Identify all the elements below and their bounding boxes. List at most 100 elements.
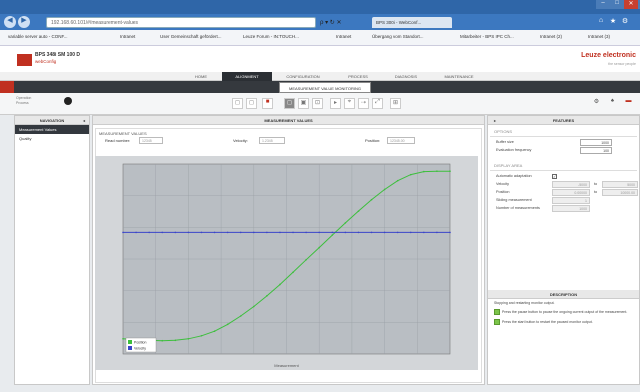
favorite-link[interactable]: Leuze Forum - IN:TOUCH... [243,34,299,39]
data-point [409,231,412,234]
data-point [344,222,347,224]
toolbar-button[interactable]: ▣ [298,98,309,109]
velocity-min-input[interactable]: -5000 [552,181,590,188]
data-point [239,231,242,234]
sliding-row: Sliding measurement 1 [488,197,639,205]
app-header [0,46,640,72]
data-point [357,231,360,234]
data-point [161,339,164,342]
data-point [331,231,334,234]
favorite-link[interactable]: Intranet (3) [588,34,610,39]
home-icon[interactable]: ⌂ [596,17,606,27]
logout-icon[interactable]: ▬ [622,98,635,109]
data-point [174,231,177,234]
description-title: DESCRIPTION [549,292,578,297]
brand-logo: Leuze electronic [581,52,636,59]
data-point [318,246,320,249]
data-point [213,330,216,332]
settings-gear-icon[interactable]: ⚙ [620,17,630,27]
buffer-size-input[interactable]: 1000 [580,139,612,146]
favorite-link[interactable]: Mitarbeiter - BPS IPC Ch... [460,34,514,39]
toolbar-button[interactable]: ◻ [246,98,257,109]
data-point [383,188,386,191]
buffer-size-label: Buffer size [496,140,514,144]
data-point [279,231,281,234]
navigation-title: NAVIGATION [39,118,65,123]
side-accent [0,81,14,93]
position-max-input[interactable]: 10000.00 [602,189,638,196]
measurement-chart: Measurement Position Velocity [95,156,478,370]
favorite-link[interactable]: User Gemeinschaft gefördert... [160,34,222,39]
status-indicator [64,97,72,105]
num-measurements-input[interactable]: 1000 [552,205,590,212]
toolbar-button[interactable]: ⊡ [312,98,323,109]
minimize-button[interactable]: – [596,0,610,9]
tab-process[interactable]: PROCESS [334,72,382,81]
sliding-input[interactable]: 1 [552,197,590,204]
zoom-tool-button[interactable]: ⤢ [372,98,383,109]
data-point [174,339,177,342]
tab-diagnosis[interactable]: DIAGNOSIS [382,72,430,81]
tab-configuration[interactable]: CONFIGURATION [272,72,334,81]
data-point [135,231,137,234]
data-point [318,231,320,234]
nav-item-quality[interactable]: Quality [15,134,89,143]
velocity-max-input[interactable]: 5000 [602,181,638,188]
favorite-link[interactable]: Intranet [336,34,351,39]
data-point [423,231,425,234]
legend-swatch [128,340,132,344]
grid-tool-button[interactable]: ⊞ [390,98,401,109]
data-point [279,283,281,286]
maximize-button[interactable]: □ [610,0,624,9]
browser-tab-active[interactable]: BPS 300i - WebConf... [372,17,452,28]
address-controls[interactable]: ρ ▾ ↻ ✕ [320,17,370,28]
toolbar-button[interactable]: ◻ [232,98,243,109]
favorite-link[interactable]: variable server auto - CONF... [8,34,68,39]
close-window-button[interactable]: ✕ [624,0,638,9]
pointer-tool-button[interactable]: ▸ [330,98,341,109]
favorite-link[interactable]: Intranet [120,34,135,39]
settings-icon[interactable]: ⚙ [590,98,603,109]
stop-button[interactable]: ■ [262,98,273,109]
eval-frequency-input[interactable]: 100 [580,147,612,154]
features-header: ▸ FEATURES [488,116,639,125]
data-point [370,198,373,201]
collapse-icon[interactable]: ◂ [83,118,85,123]
data-point [239,315,242,317]
data-point [266,295,268,297]
data-point [292,231,294,234]
back-button[interactable]: ◀ [4,16,16,28]
data-point [226,323,229,326]
position-range-label: Position [496,190,510,194]
start-icon [494,319,500,325]
velocity-range-row: Velocity -5000 to 5000 [488,181,639,189]
expand-icon[interactable]: ▸ [494,118,496,123]
nav-item-measurement-values[interactable]: Measurement Values [15,125,89,134]
favorite-link[interactable]: Intranet (2) [540,34,562,39]
device-name: BPS 348i SM 100 D [35,52,81,58]
favorites-star-icon[interactable]: ★ [608,17,618,27]
address-bar[interactable]: 192.168.60.101/#/measurement-values [46,17,316,28]
description-item: Press the start button to restart the pa… [488,317,639,327]
legend-swatch [128,346,132,350]
auto-adaptation-checkbox[interactable]: ✓ [552,174,557,179]
navigation-header: NAVIGATION ◂ [15,116,89,125]
pause-icon [494,309,500,315]
forward-button[interactable]: ▶ [18,16,30,28]
to-label: to [594,182,598,186]
target-tool-button[interactable]: ⌖ [344,98,355,109]
num-measurements-label: Number of measurements [496,206,540,210]
tab-home[interactable]: HOME [180,72,222,81]
chart-svg: Measurement Position Velocity [122,163,451,368]
user-icon[interactable]: ♠ [606,98,619,109]
tab-measurement-value-monitoring[interactable]: MEASUREMENT VALUE MONITORING [279,82,371,93]
data-point [305,231,307,234]
description-item-text: Press the pause button to pause the ongo… [502,309,628,314]
pause-button[interactable]: ◻ [284,98,295,109]
position-min-input[interactable]: 0.00000 [552,189,590,196]
auto-adaptation-row: Automatic adaptation ✓ [488,173,639,181]
tab-alignment[interactable]: ALIGNMENT [222,72,272,81]
tab-maintenance[interactable]: MAINTENANCE [430,72,488,81]
favorite-link[interactable]: Übergang vom Standort... [372,34,424,39]
pan-tool-button[interactable]: ⇢ [358,98,369,109]
